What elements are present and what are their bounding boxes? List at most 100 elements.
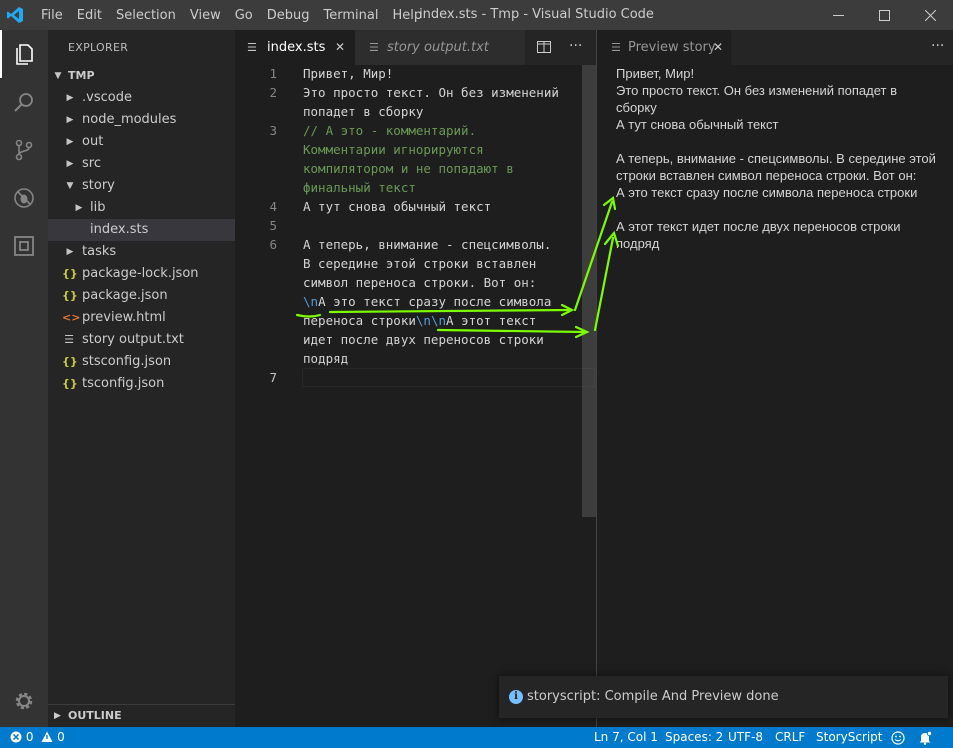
menu-go[interactable]: Go xyxy=(228,8,260,23)
chevron-right-icon: ▶ xyxy=(66,137,74,147)
chevron-right-icon: ▶ xyxy=(66,159,74,169)
text-file-icon: ☰ xyxy=(369,41,379,54)
text-file-icon: ☰ xyxy=(247,41,257,54)
notification-toast[interactable]: i storyscript: Compile And Preview done xyxy=(499,676,948,718)
json-file-icon: {} xyxy=(62,355,78,368)
activity-settings[interactable] xyxy=(0,677,48,725)
tree-item-src[interactable]: ▶ src xyxy=(48,153,235,175)
code-line: А теперь, внимание - спецсимволы. xyxy=(303,237,552,252)
tree-item-package-json[interactable]: {} package.json xyxy=(48,285,235,307)
code-line: А тут снова обычный текст xyxy=(303,199,492,214)
line-number: 6 xyxy=(269,237,277,252)
activity-debug[interactable] xyxy=(0,174,48,222)
explorer-sidebar: EXPLORER ▼ TMP ▶ .vscode ▶ node_modules … xyxy=(48,30,235,727)
outline-section[interactable]: ▶ OUTLINE xyxy=(48,704,235,727)
minimize-icon xyxy=(832,14,844,16)
preview-line: А теперь, внимание - спецсимволы. В сере… xyxy=(616,151,936,166)
tree-item-lib[interactable]: ▶ lib xyxy=(48,197,235,219)
close-icon[interactable]: ✕ xyxy=(713,30,723,65)
tab-index-sts[interactable]: ☰ index.sts ✕ xyxy=(235,30,355,65)
gear-icon xyxy=(15,692,33,710)
cursor-position[interactable]: Ln 7, Col 1 xyxy=(594,727,658,748)
vscode-logo-icon xyxy=(7,7,23,23)
tab-story-output-txt[interactable]: ☰ story output.txt xyxy=(355,30,525,65)
menu-help[interactable]: Help xyxy=(385,8,429,23)
activity-extensions[interactable] xyxy=(0,222,48,270)
tree-item-stsconfig-json[interactable]: {} stsconfig.json xyxy=(48,351,235,373)
menu-file[interactable]: File xyxy=(34,8,70,23)
tree-item-story[interactable]: ▼ story xyxy=(48,175,235,197)
feedback-button[interactable] xyxy=(891,731,905,748)
root-folder[interactable]: ▼ TMP xyxy=(48,65,235,87)
tab-preview-story[interactable]: ☰ Preview story ✕ xyxy=(597,30,731,65)
split-editor-button[interactable] xyxy=(537,40,551,54)
menu-edit[interactable]: Edit xyxy=(70,8,109,23)
encoding[interactable]: UTF-8 xyxy=(728,727,763,748)
code-line: подряд xyxy=(303,351,349,366)
line-ending[interactable]: CRLF xyxy=(775,727,805,748)
activity-explorer[interactable] xyxy=(0,30,48,78)
menu-terminal[interactable]: Terminal xyxy=(317,8,386,23)
chevron-right-icon: ▶ xyxy=(54,711,61,721)
tree-item-index-sts[interactable]: index.sts xyxy=(48,219,235,241)
json-file-icon: {} xyxy=(62,289,78,302)
indentation[interactable]: Spaces: 2 xyxy=(665,727,723,748)
extensions-icon xyxy=(14,236,34,256)
debug-icon xyxy=(14,188,34,208)
code-editor[interactable]: 1 2 3 4 5 6 7 Привет, Мир! Это просто те… xyxy=(235,65,596,727)
code-line: символ переноса строки. Вот он: xyxy=(303,275,537,290)
error-count: 0 xyxy=(25,730,34,744)
minimize-button[interactable] xyxy=(815,0,861,30)
close-icon[interactable]: ✕ xyxy=(335,30,345,65)
activity-search[interactable] xyxy=(0,78,48,126)
bell-icon xyxy=(919,730,933,745)
maximize-button[interactable] xyxy=(861,0,907,30)
code-line: Привет, Мир! xyxy=(303,66,394,81)
editor-tabs: ☰ index.sts ✕ ☰ story output.txt ··· xyxy=(235,30,596,65)
line-number: 7 xyxy=(269,370,277,385)
preview-line: строки вставлен символ переноса строки. … xyxy=(616,168,917,183)
maximize-icon xyxy=(878,9,890,21)
line-number: 4 xyxy=(269,199,277,214)
editor-scrollbar[interactable] xyxy=(582,65,596,517)
tree-item-story-output-txt[interactable]: ☰ story output.txt xyxy=(48,329,235,351)
close-button[interactable] xyxy=(907,0,953,30)
tree-item-package-lock-json[interactable]: {} package-lock.json xyxy=(48,263,235,285)
chevron-right-icon: ▶ xyxy=(66,115,74,125)
preview-line: Это просто текст. Он без изменений попад… xyxy=(616,83,897,98)
status-bar: 0 0 Ln 7, Col 1 Spaces: 2 UTF-8 CRLF Sto… xyxy=(0,727,953,748)
line-number: 2 xyxy=(269,85,277,100)
code-comment: Комментарии игнорируются xyxy=(303,142,484,157)
preview-line: А этот текст идет после двух переносов с… xyxy=(616,219,901,234)
activity-bar xyxy=(0,30,48,727)
activity-source-control[interactable] xyxy=(0,126,48,174)
title-bar: File Edit Selection View Go Debug Termin… xyxy=(0,0,953,30)
menu-debug[interactable]: Debug xyxy=(260,8,317,23)
tree-item-vscode[interactable]: ▶ .vscode xyxy=(48,87,235,109)
explorer-header: EXPLORER xyxy=(68,41,129,54)
tree-item-preview-html[interactable]: <> preview.html xyxy=(48,307,235,329)
menu-view[interactable]: View xyxy=(183,8,228,23)
notifications-button[interactable] xyxy=(918,730,933,748)
search-icon xyxy=(14,93,33,112)
json-file-icon: {} xyxy=(62,377,78,390)
line-number: 5 xyxy=(269,218,277,233)
chevron-right-icon: ▶ xyxy=(66,93,74,103)
tree-item-out[interactable]: ▶ out xyxy=(48,131,235,153)
preview-tabs: ☰ Preview story ✕ ··· xyxy=(597,30,953,65)
tree-item-node-modules[interactable]: ▶ node_modules xyxy=(48,109,235,131)
problems-indicator[interactable]: 0 0 xyxy=(10,727,65,748)
story-preview: Привет, Мир! Это просто текст. Он без из… xyxy=(597,65,953,727)
language-mode[interactable]: StoryScript xyxy=(816,727,883,748)
chevron-down-icon: ▼ xyxy=(54,71,62,81)
code-line: В середине этой строки вставлен xyxy=(303,256,537,271)
preview-line: подряд xyxy=(616,236,660,251)
code-line: переноса строки\n\nА этот текст xyxy=(303,313,537,328)
menu-selection[interactable]: Selection xyxy=(109,8,183,23)
current-line-highlight xyxy=(302,368,595,387)
tree-item-tasks[interactable]: ▶ tasks xyxy=(48,241,235,263)
more-actions-icon[interactable]: ··· xyxy=(569,30,582,62)
tree-item-tsconfig-json[interactable]: {} tsconfig.json xyxy=(48,373,235,395)
more-actions-icon[interactable]: ··· xyxy=(931,30,944,62)
close-icon xyxy=(924,9,936,21)
